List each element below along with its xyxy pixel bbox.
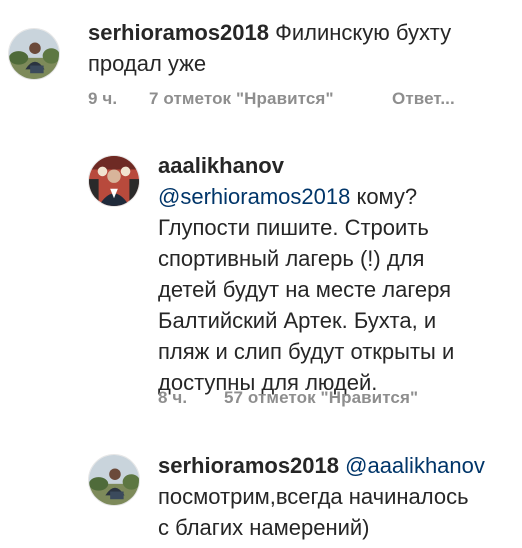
comment-username[interactable]: aaalikhanov <box>158 153 284 178</box>
comment-username[interactable]: serhioramos2018 <box>158 453 339 478</box>
comment-username-line: aaalikhanov <box>158 150 284 181</box>
user-avatar[interactable] <box>88 155 140 207</box>
comment-likes-count[interactable]: 7 отметок "Нравится" <box>149 89 334 109</box>
comment-username[interactable]: serhioramos2018 <box>88 20 269 45</box>
reply-button[interactable]: Ответ... <box>392 89 455 109</box>
comment-text: serhioramos2018 @aaalikhanov <box>158 450 485 481</box>
comment-time: 8 ч. <box>158 388 188 407</box>
user-avatar[interactable] <box>8 28 60 80</box>
comment-body-line: посмотрим,всегда начиналось <box>158 484 469 509</box>
comment-body-line: продал уже <box>88 51 207 76</box>
user-avatar-icon <box>89 455 139 505</box>
user-avatar-icon <box>89 156 139 206</box>
comment-time: 9 ч. <box>88 89 118 108</box>
user-avatar-icon <box>9 29 59 79</box>
mention-link[interactable]: @aaalikhanov <box>345 453 485 478</box>
comment-body-line: Глупости пишите. Строить <box>158 215 429 240</box>
comment-text: serhioramos2018 Филинскую бухту <box>88 17 451 48</box>
comment-body-line: пляж и слип будут открыты и <box>158 339 455 364</box>
comment-meta: 8 ч. 57 отметок "Нравится" <box>158 388 518 410</box>
comment-body-line: с благих намерений) <box>158 515 370 540</box>
mention-link[interactable]: @serhioramos2018 <box>158 184 350 209</box>
comment-likes-count[interactable]: 57 отметок "Нравится" <box>224 388 418 408</box>
comment-body-line: детей будут на месте лагеря <box>158 277 452 302</box>
comment-body: Филинскую бухту <box>275 20 452 45</box>
comment-body-line: @serhioramos2018 кому? <box>158 181 417 212</box>
comment-body-line: Балтийский Артек. Бухта, и <box>158 308 437 333</box>
comment-body: кому? <box>350 184 418 209</box>
comment-body-line: спортивный лагерь (!) для <box>158 246 425 271</box>
comment-meta: 9 ч. 7 отметок "Нравится" Ответ... <box>88 89 518 111</box>
user-avatar[interactable] <box>88 454 140 506</box>
